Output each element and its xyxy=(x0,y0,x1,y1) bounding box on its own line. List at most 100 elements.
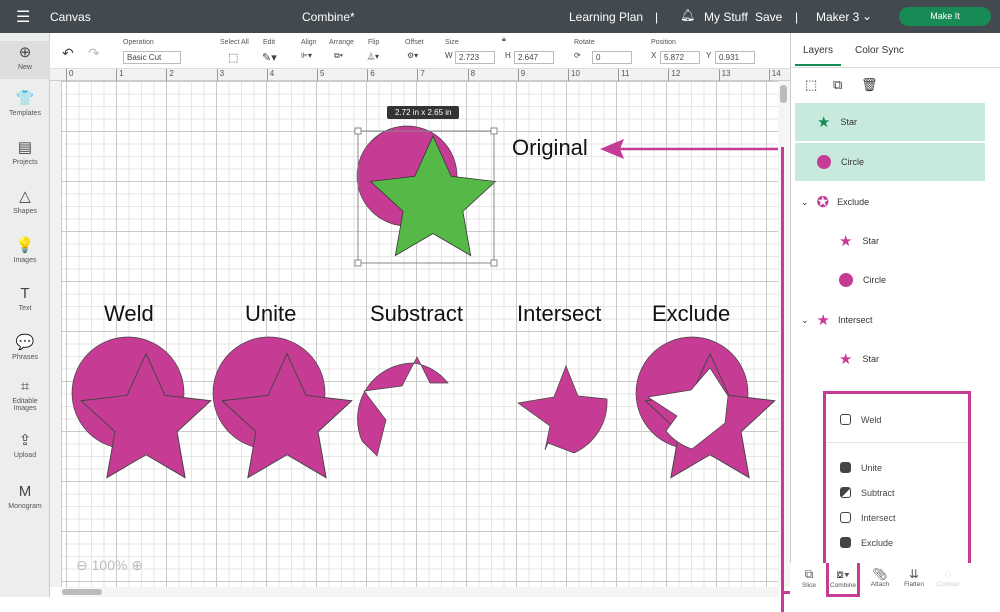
circle-icon xyxy=(839,273,853,287)
sidebar-item-editable-images[interactable]: ⌗ Editable Images xyxy=(0,378,50,412)
flip-label: Flip xyxy=(368,39,380,46)
select-all-label: Select All xyxy=(220,39,249,46)
intersect-label: Intersect xyxy=(517,301,602,326)
duplicate-icon[interactable]: ⧉ xyxy=(833,77,842,93)
save-button[interactable]: Save xyxy=(755,10,782,24)
width-label: W xyxy=(445,51,453,60)
edit-label: Edit xyxy=(263,39,276,46)
group-icon[interactable]: ⬚ xyxy=(805,77,817,93)
lock-icon[interactable]: 🔒︎ xyxy=(502,36,506,44)
unite-shape[interactable] xyxy=(212,336,353,479)
unite-label: Unite xyxy=(245,301,297,326)
hamburger-icon[interactable]: ☰ xyxy=(16,7,30,27)
menu-label: Unite xyxy=(861,462,883,473)
sidebar-item-projects[interactable]: ▤ Projects xyxy=(0,138,50,166)
rotate-input[interactable]: 0 xyxy=(592,51,632,64)
trash-icon[interactable]: 🗑︎ xyxy=(861,77,878,93)
button-label: Slice xyxy=(801,582,817,589)
chevron-down-icon[interactable]: ⌄ xyxy=(801,315,809,326)
bell-icon[interactable]: 🔔︎ xyxy=(680,8,695,22)
menu-item-weld[interactable]: Weld xyxy=(840,414,881,425)
left-sidebar: ⊕ New 👕 Templates ▤ Projects △ Shapes 💡 Image… xyxy=(0,33,50,597)
menu-item-subtract[interactable]: Subtract xyxy=(840,487,895,498)
sidebar-item-shapes[interactable]: △ Shapes xyxy=(0,187,50,215)
project-title[interactable]: Combine* xyxy=(302,10,355,24)
intersect-icon: ★ xyxy=(816,312,830,329)
divider xyxy=(791,67,1000,68)
sidebar-item-monogram[interactable]: M Monogram xyxy=(0,483,50,510)
y-input[interactable]: 0.931 xyxy=(715,51,755,64)
button-label: Attach xyxy=(870,581,890,588)
layer-star[interactable]: ★ Star xyxy=(795,103,985,141)
circle-icon xyxy=(817,155,831,169)
sidebar-item-text[interactable]: T Text xyxy=(0,285,50,312)
layer-group-exclude[interactable]: ⌄ ✪ Exclude xyxy=(795,183,985,221)
x-input[interactable]: 5.872 xyxy=(660,51,700,64)
lightbulb-icon: 💡 xyxy=(15,237,35,254)
layer-star[interactable]: ★ Star xyxy=(795,340,985,378)
select-all-icon[interactable]: ⬚ xyxy=(228,51,238,64)
callout-frame xyxy=(781,147,784,612)
subtract-shape[interactable] xyxy=(357,356,449,457)
sidebar-item-phrases[interactable]: 💬 Phrases xyxy=(0,333,50,361)
exclude-shape[interactable] xyxy=(635,336,776,479)
chevron-down-icon[interactable]: ⌄ xyxy=(801,197,809,208)
make-it-button[interactable]: Make It xyxy=(899,7,991,26)
menu-item-intersect[interactable]: Intersect xyxy=(840,512,896,523)
pencil-icon[interactable]: ✎▾ xyxy=(262,51,277,64)
horizontal-scrollbar[interactable] xyxy=(62,587,778,597)
width-input[interactable]: 2.723 xyxy=(455,51,495,64)
layer-circle[interactable]: Circle xyxy=(795,261,985,299)
sidebar-label: Upload xyxy=(13,452,37,459)
original-group[interactable] xyxy=(354,125,498,267)
align-icon[interactable]: ⊫▾ xyxy=(301,51,312,60)
slice-button[interactable]: ⧉ Slice xyxy=(792,567,826,589)
resize-handle[interactable] xyxy=(354,259,362,267)
combine-button[interactable]: ⧇▾ Combine xyxy=(826,563,860,597)
zoom-in-icon[interactable]: ⊕ xyxy=(131,557,143,573)
operation-select[interactable]: Basic Cut xyxy=(123,51,181,64)
sidebar-item-images[interactable]: 💡 Images xyxy=(0,236,50,264)
flatten-button[interactable]: ⇊ Flatten xyxy=(897,567,931,588)
arrange-label: Arrange xyxy=(329,39,354,46)
tab-color-sync[interactable]: Color Sync xyxy=(855,45,904,56)
zoom-out-icon[interactable]: ⊖ xyxy=(76,557,88,573)
redo-icon[interactable]: ↷ xyxy=(88,45,100,62)
tab-layers[interactable]: Layers xyxy=(803,45,833,56)
menu-item-unite[interactable]: Unite xyxy=(840,462,882,473)
menu-item-exclude[interactable]: Exclude xyxy=(840,537,893,548)
chevron-down-icon[interactable]: ⌄ xyxy=(862,9,872,23)
resize-handle[interactable] xyxy=(490,259,498,267)
ruler-tick: 3 xyxy=(216,69,224,81)
sidebar-item-upload[interactable]: ⇪ Upload xyxy=(0,431,50,459)
my-stuff-link[interactable]: My Stuff xyxy=(704,10,748,24)
height-input[interactable]: 2.647 xyxy=(514,51,554,64)
flip-icon[interactable]: ⏅▾ xyxy=(367,51,379,62)
shirt-icon: 👕 xyxy=(15,90,35,107)
attach-button[interactable]: 📎︎ Attach xyxy=(863,567,897,588)
plus-icon: ⊕ xyxy=(18,44,32,61)
arrange-icon[interactable]: ⧉▾ xyxy=(334,51,343,61)
machine-select[interactable]: Maker 3 xyxy=(816,10,859,24)
substract-label: Substract xyxy=(370,301,463,326)
resize-handle[interactable] xyxy=(354,127,362,135)
star-icon: ★ xyxy=(817,114,831,131)
weld-shape[interactable] xyxy=(71,336,212,479)
design-canvas[interactable]: 2.72 in x 2.65 in Original Weld Unite Su… xyxy=(62,81,778,587)
layer-star[interactable]: ★ Star xyxy=(795,222,985,260)
vertical-scrollbar[interactable] xyxy=(778,81,790,587)
undo-icon[interactable]: ↶ xyxy=(62,45,74,62)
rotate-icon[interactable]: ⟳ xyxy=(574,51,581,60)
intersect-shape[interactable] xyxy=(517,365,608,454)
layer-group-intersect[interactable]: ⌄ ★ Intersect xyxy=(795,301,985,339)
layer-circle[interactable]: Circle xyxy=(795,143,985,181)
resize-handle[interactable] xyxy=(490,127,498,135)
button-label: Flatten xyxy=(904,581,924,588)
divider: | xyxy=(795,10,799,24)
offset-icon[interactable]: ⚙▾ xyxy=(407,51,418,60)
sidebar-item-templates[interactable]: 👕 Templates xyxy=(0,89,50,117)
tab-underline xyxy=(795,64,841,66)
sidebar-item-new[interactable]: ⊕ New xyxy=(0,41,50,79)
sidebar-label: Text xyxy=(18,305,32,312)
learning-plan-link[interactable]: Learning Plan xyxy=(569,10,643,24)
